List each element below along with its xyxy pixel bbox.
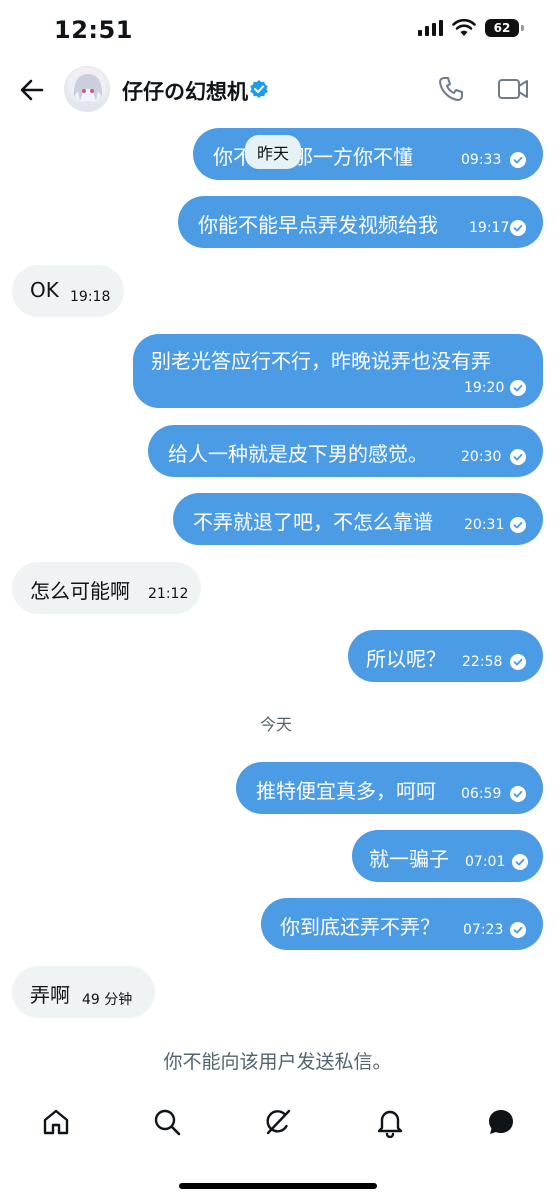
message-time: 09:33 [461, 152, 502, 168]
search-icon [154, 1109, 181, 1136]
message-text: 你到底还弄不弄？ [280, 915, 440, 939]
message-text: OK [30, 278, 59, 302]
message-text: 你不…待那一方你不懂 [213, 145, 413, 169]
read-receipt-icon [510, 220, 526, 236]
tab-grok[interactable] [262, 1106, 294, 1138]
message-bubble[interactable]: 弄啊 49 分钟 [12, 966, 155, 1018]
dm-restricted-notice: 你不能向该用户发送私信。 [163, 1051, 392, 1073]
read-receipt-icon [510, 922, 526, 938]
back-arrow-icon [20, 79, 44, 101]
message-time: 07:23 [463, 922, 504, 938]
read-receipt-icon [512, 854, 528, 870]
message-time: 06:59 [461, 786, 502, 802]
message-bubble[interactable]: 怎么可能啊 21:12 [12, 562, 201, 614]
message-text: 弄啊 [30, 983, 70, 1007]
status-time: 12:51 [54, 16, 133, 44]
back-button[interactable] [16, 74, 48, 106]
message-text: 怎么可能啊 [30, 579, 130, 603]
wifi-icon [452, 19, 476, 36]
conversation-header: 仔仔の幻想机 [0, 62, 555, 118]
message-bubble[interactable]: OK 19:18 [12, 265, 124, 317]
message-time: 07:01 [465, 854, 506, 870]
message-time: 22:58 [462, 654, 503, 670]
cellular-signal-icon [418, 20, 443, 36]
video-icon [498, 79, 528, 99]
verified-badge-icon [250, 80, 268, 98]
call-button[interactable] [436, 74, 466, 104]
message-bubble[interactable]: 给人一种就是皮下男的感觉。 20:30 [148, 425, 543, 477]
messages-icon [489, 1110, 513, 1134]
message-time: 19:18 [70, 289, 111, 305]
read-receipt-icon [510, 517, 526, 533]
message-bubble[interactable]: 不弄就退了吧，不怎么靠谱 20:31 [173, 493, 543, 545]
read-receipt-icon [510, 380, 526, 396]
read-receipt-icon [510, 449, 526, 465]
message-bubble[interactable]: 所以呢？ 22:58 [348, 630, 543, 682]
bottom-tab-bar [0, 1100, 555, 1150]
battery-level: 62 [493, 21, 511, 35]
message-text: 所以呢？ [366, 647, 446, 671]
tab-notifications[interactable] [374, 1106, 406, 1139]
message-text: 推特便宜真多，呵呵 [256, 779, 436, 803]
home-icon [43, 1109, 69, 1135]
phone-icon [439, 77, 463, 101]
message-bubble[interactable]: 别老光答应行不行，昨晚说弄也没有弄 19:20 [133, 334, 543, 408]
battery-icon: 62 [485, 19, 524, 37]
avatar[interactable] [64, 66, 110, 112]
message-text: 不弄就退了吧，不怎么靠谱 [193, 510, 433, 534]
video-call-button[interactable] [496, 74, 530, 104]
message-text: 给人一种就是皮下男的感觉。 [168, 442, 428, 466]
message-time: 19:20 [464, 380, 505, 396]
tab-messages[interactable] [485, 1106, 517, 1138]
read-receipt-icon [510, 654, 526, 670]
message-bubble[interactable]: 推特便宜真多，呵呵 06:59 [236, 762, 543, 814]
message-text: 你能不能早点弄发视频给我 [198, 213, 438, 237]
status-icons: 62 [417, 19, 524, 37]
message-time: 21:12 [148, 586, 189, 602]
date-label-yesterday: 昨天 [245, 135, 302, 169]
status-bar: 12:51 62 [0, 0, 555, 60]
tab-home[interactable] [40, 1106, 72, 1138]
contact-name[interactable]: 仔仔の幻想机 [122, 76, 248, 106]
read-receipt-icon [510, 786, 526, 802]
tab-search[interactable] [151, 1106, 183, 1138]
bell-icon [377, 1110, 403, 1139]
message-bubble[interactable]: 你能不能早点弄发视频给我 19:17 [178, 196, 543, 248]
message-text: 别老光答应行不行，昨晚说弄也没有弄 [151, 349, 491, 373]
message-time: 49 分钟 [82, 992, 133, 1008]
date-label-today: 今天 [260, 715, 293, 734]
message-time: 19:17 [469, 220, 510, 236]
grok-icon [266, 1109, 291, 1135]
message-text: 就一骗子 [369, 847, 449, 871]
home-indicator [179, 1183, 377, 1189]
message-bubble[interactable]: 你到底还弄不弄？ 07:23 [261, 898, 543, 950]
message-time: 20:31 [464, 517, 505, 533]
avatar-image [73, 74, 103, 111]
message-bubble[interactable]: 就一骗子 07:01 [352, 830, 543, 882]
read-receipt-icon [510, 152, 526, 168]
message-time: 20:30 [461, 449, 502, 465]
